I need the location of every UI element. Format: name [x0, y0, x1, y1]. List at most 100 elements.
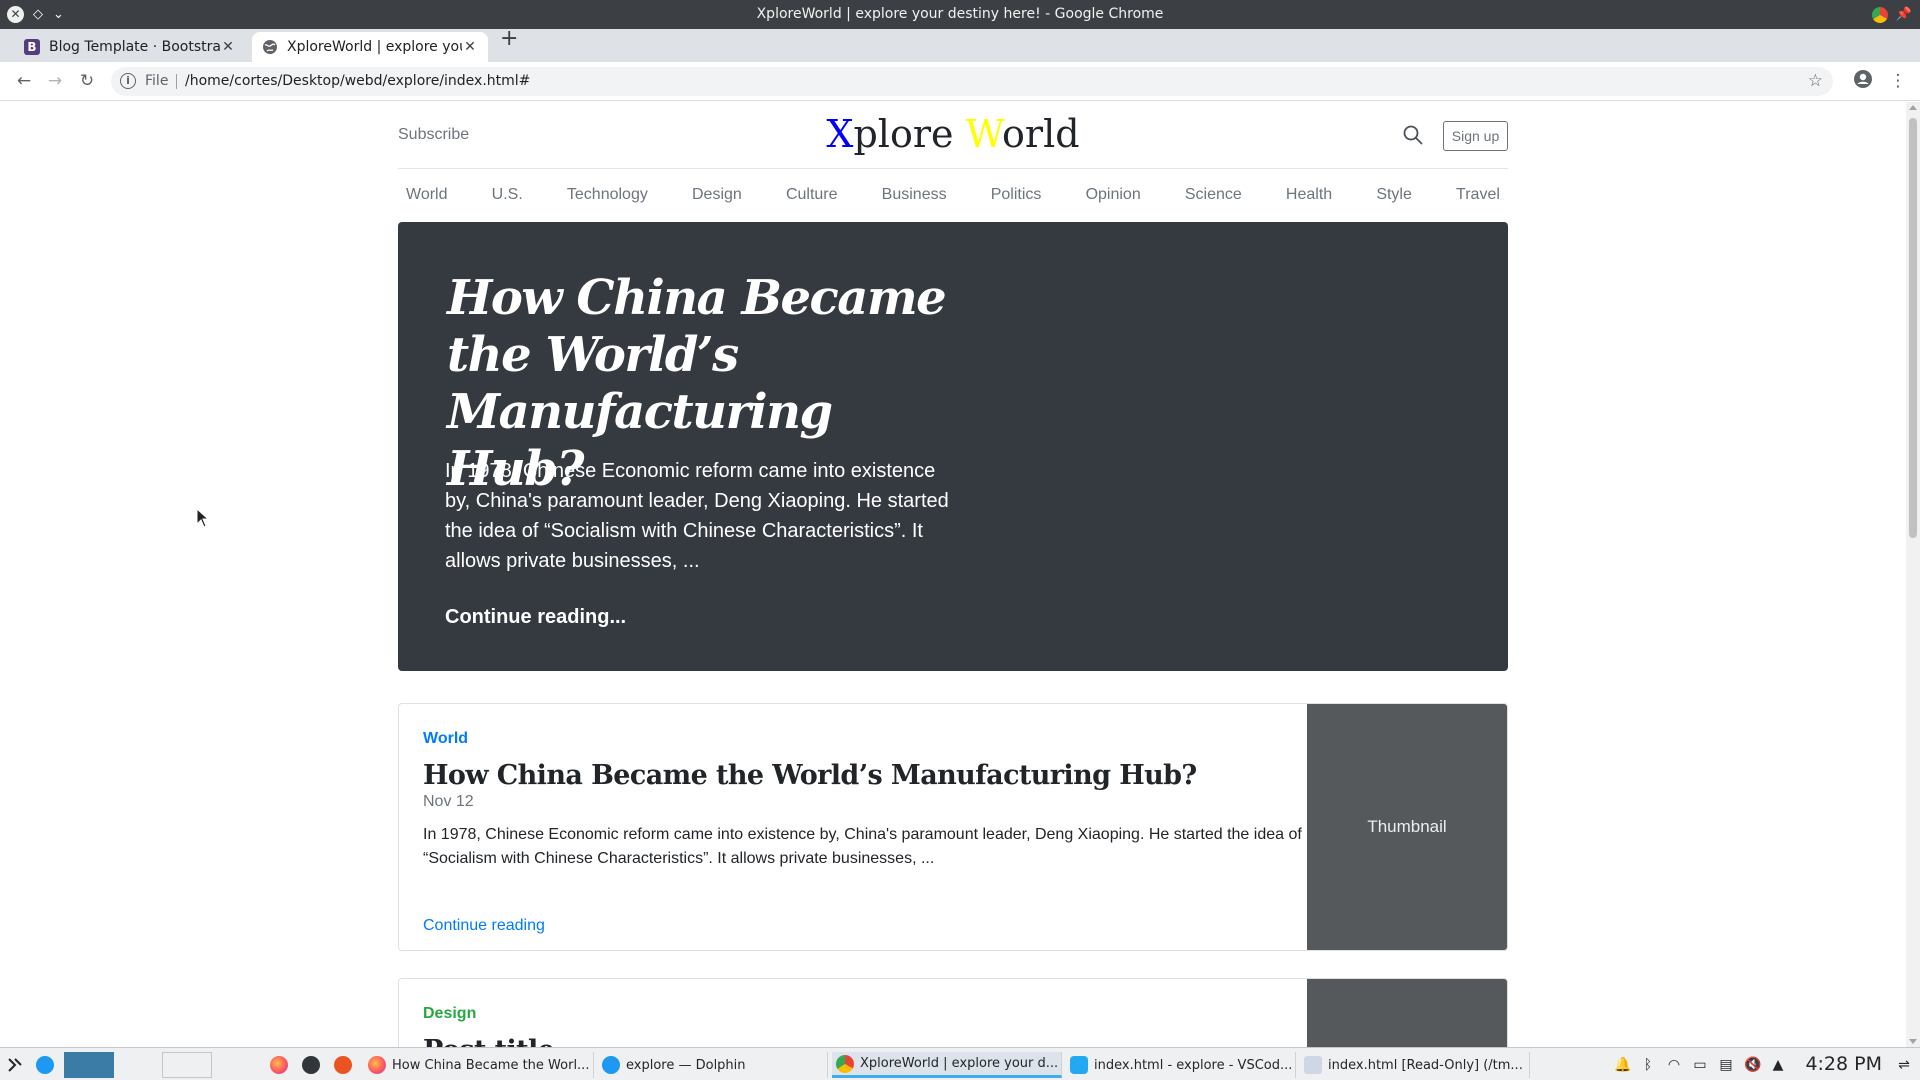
globe-icon	[262, 39, 278, 55]
site-logo[interactable]: Xplore World	[398, 112, 1508, 156]
pin-icon[interactable]: 📌	[1896, 7, 1912, 22]
post-title: Post title	[423, 1034, 1303, 1047]
task-label: XploreWorld | explore your d...	[860, 1056, 1059, 1071]
logo-w: W	[965, 112, 1003, 156]
task-label: explore — Dolphin	[626, 1057, 746, 1073]
bluetooth-icon[interactable]: ᛒ	[1640, 1057, 1656, 1073]
terminal-launcher-icon[interactable]	[302, 1052, 324, 1078]
firefox-launcher-icon[interactable]	[270, 1052, 292, 1078]
hero-continue-link[interactable]: Continue reading...	[445, 606, 626, 629]
taskbar: How China Became the Worl... explore — D…	[0, 1047, 1920, 1080]
continue-reading-link[interactable]: Continue reading	[423, 917, 545, 935]
clipboard-icon[interactable]: ▤	[1718, 1057, 1734, 1073]
tab-blog-template[interactable]: B Blog Template · Bootstrap ✕	[14, 32, 246, 62]
nav-health[interactable]: Health	[1286, 186, 1332, 204]
nav-style[interactable]: Style	[1376, 186, 1412, 204]
dolphin-icon	[602, 1056, 620, 1074]
logo-orld: orld	[1002, 112, 1080, 156]
post-card: World How China Became the World’s Manuf…	[398, 703, 1508, 951]
tab-xploreworld[interactable]: XploreWorld | explore your ✕	[252, 32, 488, 62]
task-label: How China Became the Worl...	[392, 1057, 590, 1073]
profile-icon[interactable]	[1852, 69, 1874, 91]
virtual-desktop-2[interactable]	[162, 1052, 212, 1078]
task-chrome[interactable]: XploreWorld | explore your d...	[832, 1052, 1062, 1078]
kate-icon	[1304, 1056, 1322, 1074]
hero-lead: In 1978, Chinese Economic reform came in…	[445, 460, 949, 572]
logo-x: X	[826, 112, 854, 156]
post-date: Nov 12	[423, 793, 474, 810]
reload-icon[interactable]: ↻	[76, 70, 98, 92]
notifications-icon[interactable]: 🔔	[1614, 1057, 1631, 1073]
scroll-up-icon[interactable]	[1909, 105, 1917, 110]
nav-world[interactable]: World	[406, 186, 448, 204]
clock[interactable]: 4:28 PM	[1805, 1053, 1882, 1075]
url-scheme: File	[145, 73, 169, 89]
forward-icon[interactable]: →	[44, 70, 66, 92]
bookmark-star-icon[interactable]: ☆	[1808, 67, 1823, 96]
tab-label: XploreWorld | explore your	[287, 39, 462, 55]
nav-technology[interactable]: Technology	[567, 186, 648, 204]
volume-muted-icon[interactable]: 🔇	[1744, 1057, 1761, 1073]
nav-politics[interactable]: Politics	[991, 186, 1042, 204]
firefox-icon	[368, 1056, 386, 1074]
editor-launcher-icon[interactable]	[334, 1052, 356, 1078]
blog-header: Subscribe Xplore World Sign up	[398, 102, 1508, 169]
browser-toolbar: ← → ↻ i File /home/cortes/Desktop/webd/e…	[0, 62, 1920, 101]
task-firefox[interactable]: How China Became the Worl...	[364, 1052, 594, 1078]
logo-plore: plore	[853, 112, 966, 156]
page-container: Subscribe Xplore World Sign up World U.S…	[398, 102, 1508, 1047]
site-info-icon[interactable]: i	[120, 73, 136, 89]
scroll-down-icon[interactable]	[1909, 1039, 1917, 1044]
post-excerpt: In 1978, Chinese Economic reform came in…	[423, 826, 1302, 867]
window-title: XploreWorld | explore your destiny here!…	[756, 6, 1164, 22]
post-title: How China Became the World’s Manufacturi…	[423, 760, 1197, 791]
tab-strip: B Blog Template · Bootstrap ✕ XploreWorl…	[0, 26, 1920, 62]
show-desktop-icon[interactable]: ⇌	[1896, 1057, 1912, 1073]
bootstrap-icon: B	[24, 39, 40, 55]
vscode-icon	[1070, 1056, 1088, 1074]
tab-close-icon[interactable]: ✕	[220, 39, 236, 55]
virtual-desktop-1[interactable]	[64, 1052, 114, 1078]
menu-kebab-icon[interactable]: ⋮	[1887, 70, 1909, 92]
task-vscode[interactable]: index.html - explore - VSCod...	[1066, 1052, 1296, 1078]
chrome-logo-icon	[1871, 6, 1888, 23]
window-titlebar: ✕ ◇ ⌄ XploreWorld | explore your destiny…	[0, 0, 1920, 29]
tray-expand-icon[interactable]: ▲	[1770, 1057, 1786, 1073]
signup-button[interactable]: Sign up	[1443, 121, 1508, 151]
nav-business[interactable]: Business	[882, 186, 947, 204]
nav-travel[interactable]: Travel	[1456, 186, 1500, 204]
post-category: World	[423, 730, 469, 747]
task-kate[interactable]: index.html [Read-Only] (/tm...	[1300, 1052, 1530, 1078]
task-dolphin[interactable]: explore — Dolphin	[598, 1052, 828, 1078]
new-tab-icon[interactable]: +	[500, 26, 518, 51]
post-body: World How China Became the World’s Manuf…	[423, 730, 1303, 871]
mouse-cursor-icon	[196, 508, 210, 528]
back-icon[interactable]: ←	[13, 70, 35, 92]
url-separator	[176, 74, 177, 89]
post-thumbnail: Thumbnail	[1307, 704, 1507, 950]
nav-culture[interactable]: Culture	[786, 186, 838, 204]
nav-opinion[interactable]: Opinion	[1086, 186, 1141, 204]
address-bar[interactable]: i File /home/cortes/Desktop/webd/explore…	[111, 67, 1833, 96]
scrollbar-thumb[interactable]	[1909, 118, 1917, 538]
post-thumbnail	[1307, 979, 1507, 1047]
app-launcher-icon[interactable]	[6, 1052, 26, 1078]
wifi-icon[interactable]: ◠	[1666, 1057, 1682, 1073]
search-icon[interactable]	[1402, 124, 1424, 146]
task-label: index.html [Read-Only] (/tm...	[1328, 1057, 1523, 1073]
url-text[interactable]: /home/cortes/Desktop/webd/explore/index.…	[185, 67, 530, 96]
category-nav: World U.S. Technology Design Culture Bus…	[398, 169, 1508, 221]
post-body: Design Post title	[423, 1005, 1303, 1047]
file-manager-launcher-icon[interactable]	[36, 1052, 58, 1078]
tab-close-icon[interactable]: ✕	[462, 39, 478, 55]
window-right-controls: 📌	[1871, 0, 1912, 29]
nav-us[interactable]: U.S.	[492, 186, 523, 204]
nav-science[interactable]: Science	[1185, 186, 1242, 204]
tab-label: Blog Template · Bootstrap	[49, 39, 220, 55]
battery-icon[interactable]: ▭	[1692, 1057, 1708, 1073]
page-scrollbar[interactable]	[1906, 102, 1920, 1047]
task-label: index.html - explore - VSCod...	[1094, 1057, 1293, 1073]
nav-design[interactable]: Design	[692, 186, 742, 204]
post-card: Design Post title	[398, 978, 1508, 1047]
chrome-icon	[836, 1054, 854, 1073]
